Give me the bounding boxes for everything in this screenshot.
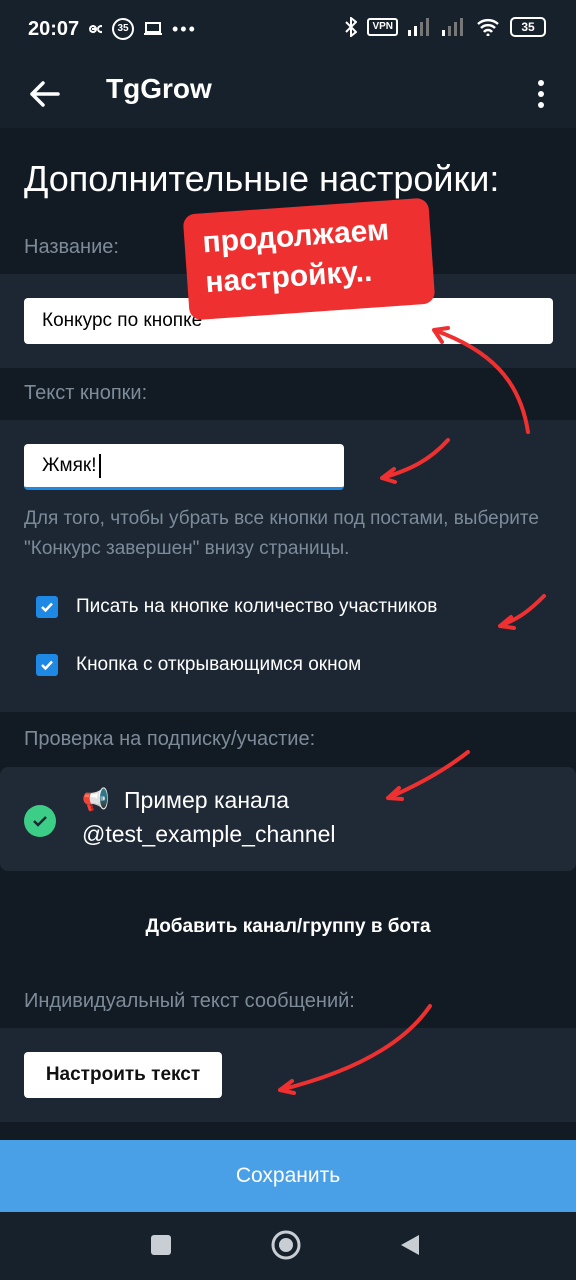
home-circle-icon[interactable] <box>270 1229 302 1261</box>
notification-count-badge: 35 <box>112 18 134 40</box>
more-notifications-icon: ••• <box>172 18 197 39</box>
app-bar: TgGrow <box>0 60 576 128</box>
battery-icon: 35 <box>510 17 546 37</box>
success-check-icon <box>24 805 56 837</box>
checkbox-checked-icon[interactable] <box>36 596 58 618</box>
name-label: Название: <box>24 236 119 258</box>
status-time: 20:07 <box>28 18 80 40</box>
signal-icon <box>408 18 429 36</box>
button-text-value: Жмяк! <box>42 454 97 476</box>
save-button[interactable]: Сохранить <box>0 1140 576 1212</box>
button-text-label: Текст кнопки: <box>24 382 148 404</box>
system-nav-bar <box>0 1212 576 1280</box>
add-channel-button[interactable]: Добавить канал/группу в бота <box>0 916 576 938</box>
bluetooth-icon <box>345 17 358 37</box>
button-text-panel: Жмяк! Для того, чтобы убрать все кнопки … <box>0 420 576 712</box>
recents-square-icon[interactable] <box>150 1234 172 1256</box>
checkbox-popup-button[interactable]: Кнопка с открывающимся окном <box>36 654 361 676</box>
text-cursor <box>98 453 101 478</box>
channel-card[interactable]: 📢 Пример канала @test_example_channel <box>0 767 576 871</box>
checkbox-label: Писать на кнопке количество участников <box>76 596 438 617</box>
back-triangle-icon[interactable] <box>398 1233 422 1257</box>
page-title: Дополнительные настройки: <box>24 158 500 199</box>
laptop-icon <box>144 22 162 35</box>
checkbox-show-participants[interactable]: Писать на кнопке количество участников <box>36 596 437 618</box>
more-vert-icon[interactable] <box>526 74 556 114</box>
checkbox-checked-icon[interactable] <box>36 654 58 676</box>
status-notifications: 35 ••• <box>86 18 197 40</box>
back-arrow-icon[interactable] <box>26 74 66 114</box>
signal-icon-2 <box>442 18 463 36</box>
megaphone-icon: 📢 <box>82 787 110 812</box>
configure-text-button[interactable]: Настроить текст <box>24 1052 222 1098</box>
individual-text-label: Индивидуальный текст сообщений: <box>24 990 355 1012</box>
checkbox-label: Кнопка с открывающимся окном <box>76 654 362 675</box>
vpn-badge: VPN <box>367 18 398 36</box>
wifi-icon <box>477 19 499 36</box>
remove-buttons-hint: Для того, чтобы убрать все кнопки под по… <box>24 508 539 559</box>
status-indicators: VPN 35 <box>345 17 546 37</box>
channel-name: Пример канала <box>124 787 290 813</box>
subscription-check-label: Проверка на подписку/участие: <box>24 728 316 750</box>
app-title: TgGrow <box>106 73 212 104</box>
channel-handle: @test_example_channel <box>82 821 336 847</box>
annotation-sticker: продолжаем настройку.. <box>182 197 436 321</box>
status-bar: 20:07 35 ••• VPN 35 <box>0 0 576 60</box>
button-text-input[interactable]: Жмяк! <box>24 444 344 490</box>
infinity-icon <box>89 25 102 34</box>
